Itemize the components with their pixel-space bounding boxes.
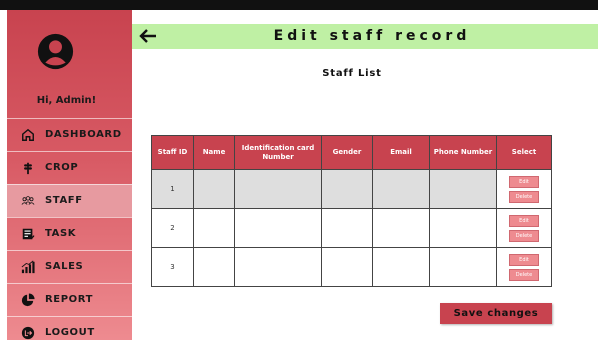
page-header: Edit staff record xyxy=(132,24,598,49)
logout-icon xyxy=(21,326,35,340)
select-cell: Edit Delete xyxy=(496,247,552,287)
gender-cell[interactable] xyxy=(321,208,373,248)
name-cell[interactable] xyxy=(193,247,235,287)
gender-cell[interactable] xyxy=(321,169,373,209)
sidebar-item-logout[interactable]: LOGOUT xyxy=(7,316,132,349)
save-changes-button[interactable]: Save changes xyxy=(440,303,552,324)
people-icon xyxy=(21,196,35,205)
sidebar-item-label: DASHBOARD xyxy=(45,129,122,140)
delete-button[interactable]: Delete xyxy=(509,229,539,242)
sidebar-item-label: SALES xyxy=(45,261,84,272)
sidebar-item-crop[interactable]: CROP xyxy=(7,151,132,184)
pie-chart-icon xyxy=(21,293,35,307)
task-icon xyxy=(22,228,35,240)
phone-cell[interactable] xyxy=(429,247,497,287)
select-cell: Edit Delete xyxy=(496,169,552,209)
greeting-text: Hi, Admin! xyxy=(36,95,97,106)
section-title: Staff List xyxy=(322,68,382,79)
select-cell: Edit Delete xyxy=(496,208,552,248)
gender-cell[interactable] xyxy=(321,247,373,287)
sidebar-item-label: TASK xyxy=(45,228,77,239)
delete-button[interactable]: Delete xyxy=(509,190,539,203)
page-title: Edit staff record xyxy=(273,28,471,44)
sidebar: Hi, Admin! DASHBOARD CROP STAFF TASK SAL… xyxy=(7,10,132,340)
sidebar-item-label: LOGOUT xyxy=(45,327,95,338)
sidebar-item-sales[interactable]: SALES xyxy=(7,250,132,283)
edit-button[interactable]: Edit xyxy=(509,175,539,188)
email-cell[interactable] xyxy=(372,247,430,287)
table-row[interactable]: 2 Edit Delete xyxy=(151,208,552,248)
column-header: Staff ID xyxy=(151,135,194,170)
home-icon xyxy=(22,128,34,141)
sidebar-item-staff[interactable]: STAFF xyxy=(7,184,132,217)
crop-icon xyxy=(24,162,32,175)
sidebar-item-report[interactable]: REPORT xyxy=(7,283,132,316)
email-cell[interactable] xyxy=(372,208,430,248)
phone-cell[interactable] xyxy=(429,169,497,209)
column-header: Name xyxy=(193,135,235,170)
column-header: Select xyxy=(496,135,552,170)
sidebar-nav: DASHBOARD CROP STAFF TASK SALES REPORT L… xyxy=(7,118,132,349)
sidebar-item-dashboard[interactable]: DASHBOARD xyxy=(7,118,132,151)
column-header: Phone Number xyxy=(429,135,497,170)
delete-button[interactable]: Delete xyxy=(509,268,539,281)
table-row[interactable]: 3 Edit Delete xyxy=(151,247,552,287)
user-avatar-icon xyxy=(37,33,74,70)
top-bar xyxy=(0,0,598,10)
staff-id-cell: 2 xyxy=(151,208,194,248)
edit-button[interactable]: Edit xyxy=(509,253,539,266)
table-header-row: Staff ID Name Identification card Number… xyxy=(151,135,552,170)
edit-button[interactable]: Edit xyxy=(509,214,539,227)
sidebar-item-label: STAFF xyxy=(45,195,83,206)
sales-icon xyxy=(21,260,35,274)
id-card-cell[interactable] xyxy=(234,169,322,209)
column-header: Identification card Number xyxy=(234,135,322,170)
id-card-cell[interactable] xyxy=(234,208,322,248)
staff-table: Staff ID Name Identification card Number… xyxy=(151,135,552,287)
email-cell[interactable] xyxy=(372,169,430,209)
column-header: Gender xyxy=(321,135,373,170)
sidebar-item-task[interactable]: TASK xyxy=(7,217,132,250)
name-cell[interactable] xyxy=(193,208,235,248)
sidebar-item-label: REPORT xyxy=(45,294,94,305)
name-cell[interactable] xyxy=(193,169,235,209)
phone-cell[interactable] xyxy=(429,208,497,248)
staff-id-cell: 3 xyxy=(151,247,194,287)
staff-id-cell: 1 xyxy=(151,169,194,209)
column-header: Email xyxy=(372,135,430,170)
id-card-cell[interactable] xyxy=(234,247,322,287)
sidebar-item-label: CROP xyxy=(45,162,79,173)
table-row[interactable]: 1 Edit Delete xyxy=(151,169,552,209)
back-arrow-icon[interactable] xyxy=(138,27,158,45)
greeting: Hi, Admin! xyxy=(7,95,132,106)
